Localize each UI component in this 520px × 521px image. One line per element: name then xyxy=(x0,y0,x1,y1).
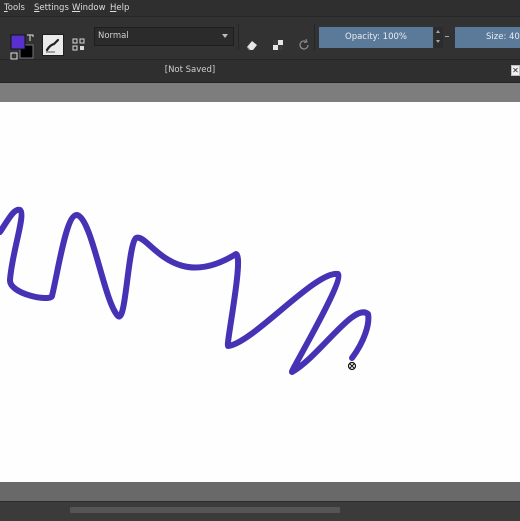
toolbar-separator xyxy=(238,24,239,50)
brush-cursor-icon xyxy=(347,361,357,371)
dash-icon xyxy=(445,36,449,37)
blend-mode-select[interactable]: Normal xyxy=(94,27,234,46)
foreground-background-color-selector[interactable] xyxy=(9,33,35,63)
brush-preset-icon xyxy=(45,38,60,53)
menu-help[interactable]: Help xyxy=(110,2,129,14)
chevron-down-icon xyxy=(436,40,440,43)
canvas-border-strip xyxy=(0,83,520,102)
document-tab-title[interactable]: [Not Saved] xyxy=(0,65,380,75)
menu-tools[interactable]: Tools xyxy=(4,2,25,14)
brush-stroke xyxy=(0,206,372,375)
document-tab-bar: [Not Saved] ✕ xyxy=(0,60,520,83)
opacity-value: Opacity: 100% xyxy=(345,32,407,42)
close-icon[interactable]: ✕ xyxy=(511,65,520,76)
chevron-down-icon xyxy=(222,34,228,38)
reload-preset-icon[interactable] xyxy=(297,38,311,52)
brush-preset-button[interactable] xyxy=(42,34,64,56)
opacity-slider[interactable]: Opacity: 100% xyxy=(319,27,433,48)
tool-options-toolbar: Normal Opacity: 100% Size: 40.0 xyxy=(0,17,520,60)
menu-window[interactable]: Window xyxy=(72,2,106,14)
blend-mode-value: Normal xyxy=(98,31,129,41)
menu-bar: Tools Settings Window Help xyxy=(0,0,520,17)
drawing-canvas[interactable] xyxy=(0,102,520,482)
size-slider[interactable]: Size: 40.0 xyxy=(455,27,520,48)
chevron-up-icon xyxy=(436,30,440,33)
brush-settings-icon[interactable] xyxy=(72,38,85,51)
canvas-drawing xyxy=(0,206,372,375)
preserve-alpha-icon[interactable] xyxy=(271,38,285,52)
size-value: Size: 40.0 xyxy=(486,32,520,42)
menu-settings[interactable]: Settings xyxy=(34,2,69,14)
eraser-mode-icon[interactable] xyxy=(245,38,259,52)
toolbar-separator xyxy=(314,24,315,50)
horizontal-scrollbar[interactable] xyxy=(0,501,520,521)
opacity-spin-buttons[interactable] xyxy=(434,27,443,48)
scrollbar-thumb[interactable] xyxy=(70,507,340,513)
